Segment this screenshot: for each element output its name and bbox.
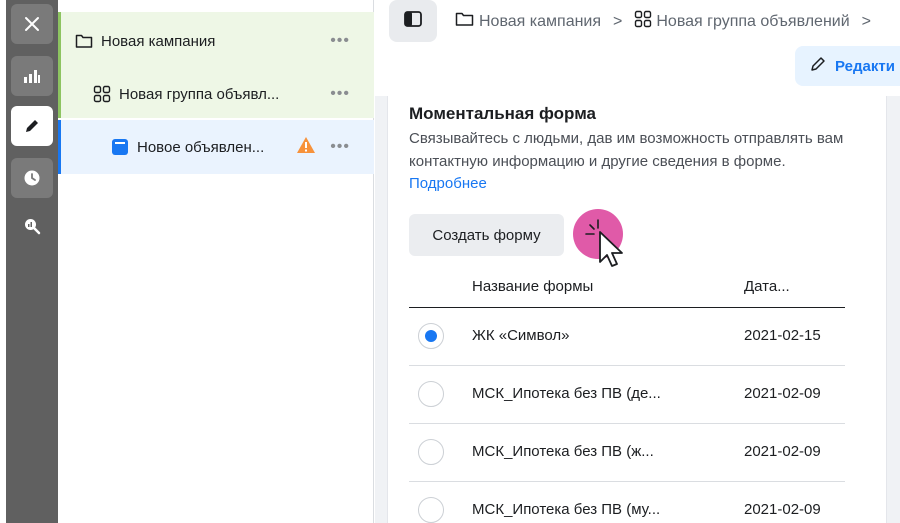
form-name: МСК_Ипотека без ПВ (му... [472, 501, 661, 518]
form-radio[interactable] [418, 381, 444, 407]
clock-icon [23, 169, 41, 187]
form-name: ЖК «Символ» [472, 327, 570, 344]
tree-item-ad[interactable]: Новое объявлен... ••• [58, 120, 374, 174]
breadcrumb-separator: > [861, 12, 871, 30]
sidebar-toggle-icon [404, 10, 422, 32]
forms-table: Название формы Дата... ЖК «Символ» 2021-… [409, 268, 845, 523]
form-radio[interactable] [418, 323, 444, 349]
content-gutter-right [887, 88, 900, 523]
form-name: МСК_Ипотека без ПВ (ж... [472, 443, 654, 460]
campaign-tree: Новая кампания ••• Новая группа объявл..… [58, 0, 374, 523]
form-name: МСК_Ипотека без ПВ (де... [472, 385, 661, 402]
tree-item-ad-group[interactable]: Новая группа объявл... ••• [58, 70, 374, 118]
breadcrumb-campaign-label: Новая кампания [479, 12, 602, 30]
breadcrumb: Новая кампания > Новая группа объявлений… [455, 10, 883, 33]
learn-more-link[interactable]: Подробнее [409, 175, 487, 192]
instant-form-section: Моментальная форма Связывайтесь с людьми… [387, 96, 887, 523]
search-analytics-icon [23, 217, 41, 240]
warning-icon[interactable] [296, 136, 316, 158]
editor-topbar: Новая кампания > Новая группа объявлений… [375, 0, 900, 96]
pencil-icon [809, 55, 835, 77]
form-date: 2021-02-09 [744, 443, 821, 460]
chart-bars-icon [23, 68, 41, 84]
column-header-name[interactable]: Название формы [472, 278, 593, 295]
table-row[interactable]: МСК_Ипотека без ПВ (му... 2021-02-09 [409, 482, 845, 523]
breadcrumb-ad-group-label: Новая группа объявлений [656, 12, 850, 30]
content-gutter-left [375, 88, 387, 523]
table-header: Название формы Дата... [409, 268, 845, 308]
inspect-button[interactable] [11, 208, 53, 248]
create-form-button[interactable]: Создать форму [409, 214, 564, 256]
close-icon [24, 16, 40, 32]
form-date: 2021-02-09 [744, 385, 821, 402]
table-row[interactable]: МСК_Ипотека без ПВ (ж... 2021-02-09 [409, 424, 845, 482]
form-radio[interactable] [418, 439, 444, 465]
breadcrumb-campaign[interactable]: Новая кампания [455, 11, 601, 32]
tree-item-campaign[interactable]: Новая кампания ••• [58, 12, 374, 70]
section-title: Моментальная форма [409, 104, 597, 123]
ad-icon [111, 138, 129, 156]
more-options-icon[interactable]: ••• [330, 85, 350, 103]
more-options-icon[interactable]: ••• [330, 138, 350, 156]
more-options-icon[interactable]: ••• [330, 32, 350, 50]
edit-mode-button[interactable] [11, 106, 53, 146]
tree-ad-label: Новое объявлен... [137, 138, 265, 156]
tree-campaign-label: Новая кампания [101, 32, 216, 50]
pencil-icon [23, 117, 41, 135]
form-date: 2021-02-09 [744, 501, 821, 518]
column-header-date[interactable]: Дата... [744, 278, 790, 295]
editor-content: Новая кампания > Новая группа объявлений… [375, 0, 900, 523]
close-button[interactable] [11, 4, 53, 44]
grid-icon [93, 85, 111, 103]
table-row[interactable]: ЖК «Символ» 2021-02-15 [409, 308, 845, 366]
form-date: 2021-02-15 [744, 327, 821, 344]
edit-button-label: Редакти [835, 57, 895, 75]
panel-toggle-button[interactable] [389, 0, 437, 42]
reporting-button[interactable] [11, 56, 53, 96]
section-description: Связывайтесь с людьми, дав им возможност… [409, 130, 844, 170]
folder-icon [455, 11, 479, 32]
rail-edge [0, 0, 6, 523]
history-button[interactable] [11, 158, 53, 198]
table-row[interactable]: МСК_Ипотека без ПВ (де... 2021-02-09 [409, 366, 845, 424]
left-rail [0, 0, 58, 523]
folder-icon [75, 33, 93, 49]
form-radio[interactable] [418, 497, 444, 523]
edit-button[interactable]: Редакти [795, 46, 900, 86]
breadcrumb-separator: > [613, 12, 623, 30]
grid-icon [634, 10, 656, 33]
ads-manager-editor: Новая кампания ••• Новая группа объявл..… [0, 0, 900, 523]
breadcrumb-ad-group[interactable]: Новая группа объявлений [634, 10, 850, 33]
tree-ad-group-label: Новая группа объявл... [119, 85, 280, 103]
